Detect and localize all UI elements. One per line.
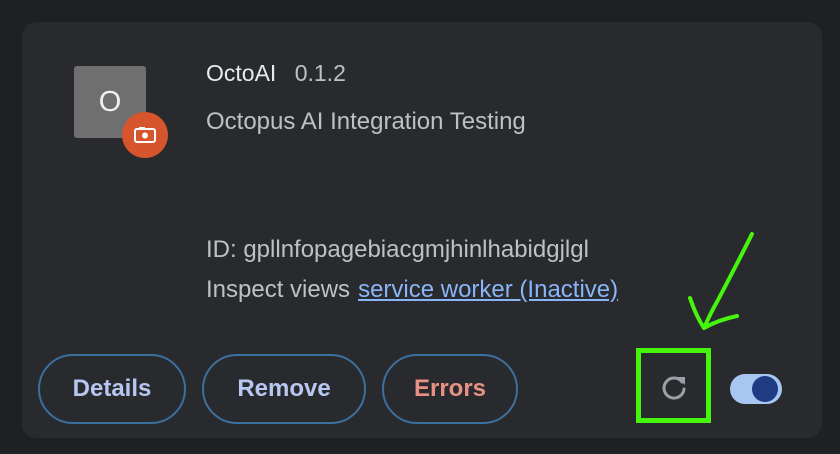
toggle-knob (752, 376, 778, 402)
enable-toggle[interactable] (730, 372, 782, 406)
extension-card: O OctoAI 0.1.2 Octopus AI Integration Te… (22, 22, 822, 438)
reload-button[interactable] (638, 352, 710, 424)
service-worker-link[interactable]: service worker (Inactive) (358, 276, 618, 303)
reload-icon (662, 376, 686, 400)
extension-icon-letter: O (98, 85, 122, 118)
extension-title-row: OctoAI 0.1.2 (206, 60, 346, 87)
inspect-views-label: Inspect views (206, 276, 351, 303)
inspect-views-row: Inspect views service worker (Inactive) (206, 276, 618, 304)
details-button[interactable]: Details (38, 354, 186, 424)
camera-badge-icon (122, 112, 168, 158)
extension-name: OctoAI (206, 60, 277, 86)
extension-version: 0.1.2 (294, 60, 346, 86)
errors-button[interactable]: Errors (382, 354, 518, 424)
extension-id: ID: gpllnfopagebiacgmjhinlhabidgjlgl (206, 236, 589, 263)
remove-button[interactable]: Remove (202, 354, 366, 424)
extension-description: Octopus AI Integration Testing (206, 108, 526, 135)
